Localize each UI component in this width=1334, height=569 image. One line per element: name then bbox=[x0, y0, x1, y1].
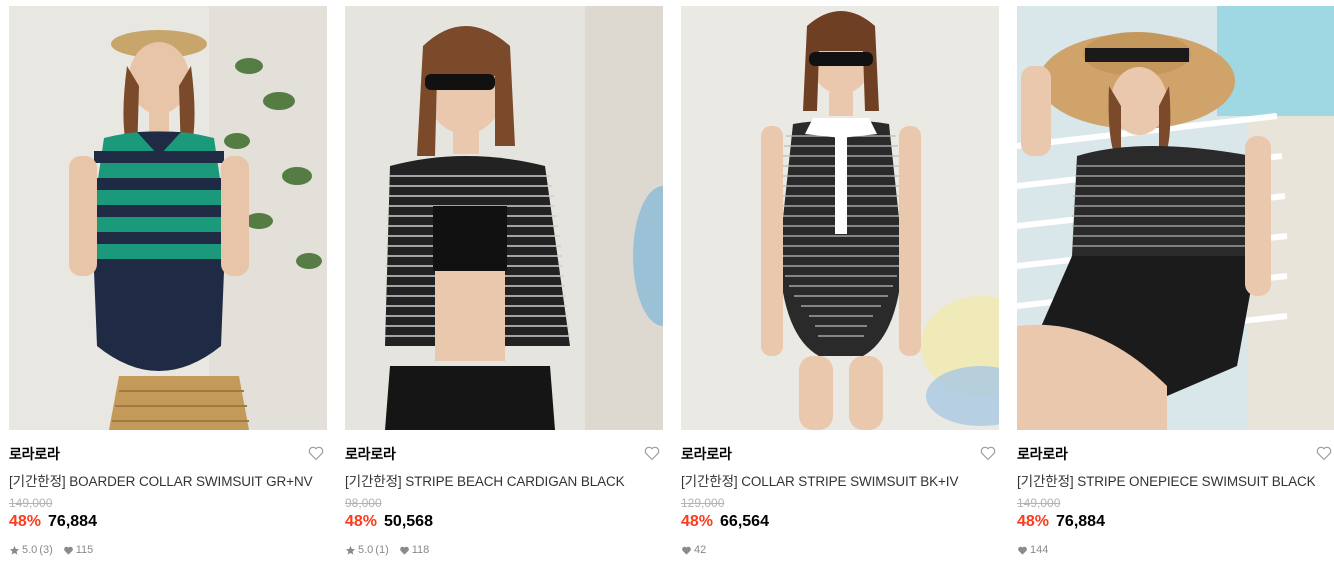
heart-outline-icon[interactable] bbox=[1315, 444, 1333, 462]
heart-filled-icon bbox=[63, 546, 73, 555]
likes-group: 115 bbox=[63, 544, 94, 556]
original-price: 149,000 bbox=[9, 496, 53, 510]
brand-row: 로라로라 bbox=[681, 442, 999, 464]
star-icon bbox=[345, 545, 356, 555]
heart-filled-icon bbox=[682, 546, 691, 555]
rating-group: 5.0 (3) bbox=[9, 544, 53, 556]
likes-group: 42 bbox=[681, 544, 706, 556]
final-price: 66,564 bbox=[720, 513, 769, 530]
original-price: 149,000 bbox=[1017, 496, 1061, 510]
final-price: 76,884 bbox=[1056, 513, 1105, 530]
heart-outline-icon[interactable] bbox=[979, 444, 997, 462]
brand-name[interactable]: 로라로라 bbox=[681, 444, 732, 464]
heart-outline-icon[interactable] bbox=[307, 444, 325, 462]
brand-row: 로라로라 bbox=[9, 442, 327, 464]
final-price: 76,884 bbox=[48, 513, 97, 530]
discount-rate: 48% bbox=[681, 513, 714, 530]
star-icon bbox=[9, 545, 20, 555]
product-card[interactable]: 로라로라 [기간한정] BOARDER COLLAR SWIMSUIT GR+N… bbox=[9, 6, 327, 569]
product-meta: 5.0 (1) 118 bbox=[345, 543, 439, 557]
heart-filled-icon bbox=[399, 546, 409, 555]
brand-name[interactable]: 로라로라 bbox=[345, 444, 396, 464]
like-count: 118 bbox=[411, 544, 430, 556]
product-name[interactable]: [기간한정] BOARDER COLLAR SWIMSUIT GR+NV bbox=[9, 470, 327, 490]
price-row: 48% 50,568 bbox=[345, 513, 433, 533]
rating-value: 5.0 bbox=[358, 544, 374, 556]
discount-rate: 48% bbox=[345, 513, 378, 530]
brand-row: 로라로라 bbox=[1017, 442, 1334, 464]
likes-group: 144 bbox=[1017, 544, 1048, 556]
brand-row: 로라로라 bbox=[345, 442, 663, 464]
like-count: 115 bbox=[75, 544, 94, 556]
product-meta: 144 bbox=[1017, 543, 1058, 557]
like-count: 42 bbox=[694, 544, 707, 556]
brand-name[interactable]: 로라로라 bbox=[1017, 444, 1068, 464]
product-photo bbox=[9, 6, 327, 430]
product-name[interactable]: [기간한정] STRIPE ONEPIECE SWIMSUIT BLACK bbox=[1017, 470, 1334, 490]
final-price: 50,568 bbox=[384, 513, 433, 530]
product-card[interactable]: 로라로라 [기간한정] COLLAR STRIPE SWIMSUIT BK+IV… bbox=[681, 6, 999, 569]
price-row: 48% 76,884 bbox=[9, 513, 97, 533]
review-count: (1) bbox=[375, 544, 389, 556]
product-photo bbox=[345, 6, 663, 430]
price-row: 48% 66,564 bbox=[681, 513, 769, 533]
price-row: 48% 76,884 bbox=[1017, 513, 1105, 533]
product-card[interactable]: 로라로라 [기간한정] STRIPE ONEPIECE SWIMSUIT BLA… bbox=[1017, 6, 1334, 569]
discount-rate: 48% bbox=[9, 513, 42, 530]
heart-filled-icon bbox=[1018, 546, 1027, 555]
product-name[interactable]: [기간한정] COLLAR STRIPE SWIMSUIT BK+IV bbox=[681, 470, 999, 490]
product-grid: 로라로라 [기간한정] BOARDER COLLAR SWIMSUIT GR+N… bbox=[9, 6, 1334, 569]
product-image[interactable] bbox=[9, 6, 327, 430]
review-count: (3) bbox=[39, 544, 53, 556]
product-meta: 5.0 (3) 115 bbox=[9, 543, 103, 557]
rating-value: 5.0 bbox=[22, 544, 38, 556]
product-photo bbox=[681, 6, 999, 430]
heart-outline-icon[interactable] bbox=[643, 444, 661, 462]
original-price: 98,000 bbox=[345, 496, 382, 510]
likes-group: 118 bbox=[399, 544, 430, 556]
product-meta: 42 bbox=[681, 543, 716, 557]
rating-group: 5.0 (1) bbox=[345, 544, 389, 556]
product-image[interactable] bbox=[681, 6, 999, 430]
product-card[interactable]: 로라로라 [기간한정] STRIPE BEACH CARDIGAN BLACK … bbox=[345, 6, 663, 569]
product-image[interactable] bbox=[1017, 6, 1334, 430]
product-image[interactable] bbox=[345, 6, 663, 430]
original-price: 129,000 bbox=[681, 496, 725, 510]
brand-name[interactable]: 로라로라 bbox=[9, 444, 60, 464]
product-name[interactable]: [기간한정] STRIPE BEACH CARDIGAN BLACK bbox=[345, 470, 663, 490]
product-photo bbox=[1017, 6, 1334, 430]
discount-rate: 48% bbox=[1017, 513, 1050, 530]
like-count: 144 bbox=[1030, 544, 1049, 556]
